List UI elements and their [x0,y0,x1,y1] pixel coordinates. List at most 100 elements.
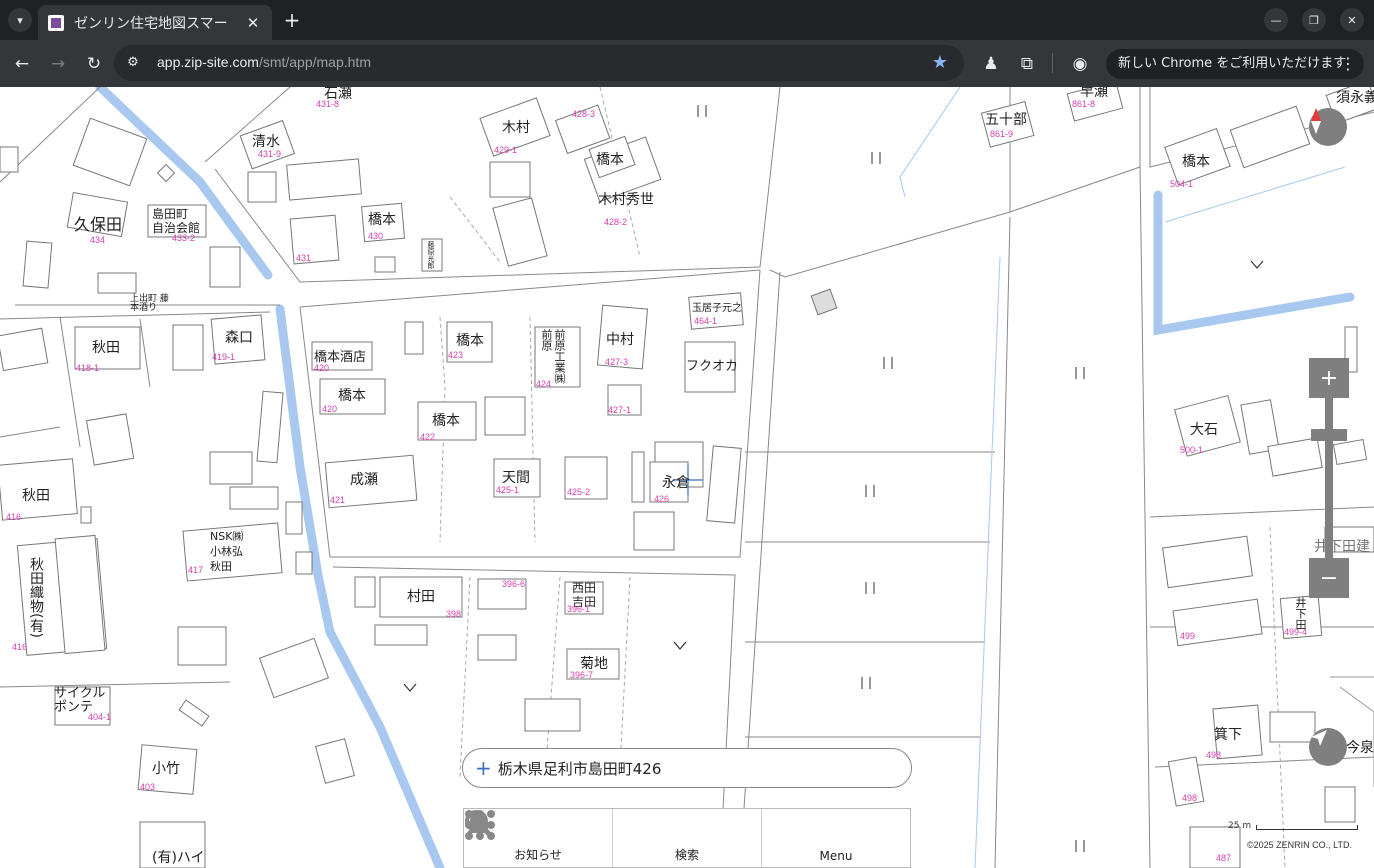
lot-number: 425-2 [567,487,591,497]
bookmark-star-icon[interactable]: ★ [930,52,950,74]
maximize-button[interactable]: ❐ [1302,8,1326,32]
building-label: 橋本 [596,152,624,168]
lot-number: 861-8 [1072,99,1096,109]
building-label: 村田 [407,589,435,605]
close-tab-icon[interactable]: ✕ [244,14,262,32]
tab-search-button[interactable]: ▾ [8,8,32,32]
lot-number: 499-4 [1284,627,1308,637]
location-arrow-icon [1311,730,1327,746]
zoom-slider-handle[interactable] [1311,429,1347,441]
scale-label: 25 m [1228,821,1252,831]
lot-number: 396-1 [567,604,591,614]
building-label: 橋本 [368,212,396,228]
building-label: 清水 [252,134,280,150]
building-label: 五十部 [985,112,1027,128]
lot-number: 426 [654,494,670,504]
lot-number: 427-3 [605,357,629,367]
bottom-nav: お知らせ 検索 Menu [463,808,911,868]
building-label: 大石 [1190,422,1218,438]
lot-number: 398 [446,609,462,619]
close-window-button[interactable]: ✕ [1340,8,1364,32]
lot-number: 498 [1182,793,1198,803]
building-label: 小竹 [152,761,180,777]
address-search-bar[interactable]: + 栃木県足利市島田町426 [462,748,912,788]
lot-number: 429-1 [494,145,518,155]
lot-number: 430 [368,231,384,241]
building-label: 中村 [606,332,634,348]
lot-number: 416 [12,642,28,652]
lot-number: 861-9 [990,129,1014,139]
building-label: サイクルポンテ [54,686,106,715]
building-label: 木村 [502,120,530,136]
search-button[interactable]: 検索 [465,809,762,867]
lot-number: 434 [90,235,106,245]
lot-number: 428-2 [604,217,628,227]
building-label: 井下田建 [1314,539,1370,555]
zenrin-favicon-icon [48,14,64,31]
add-icon[interactable]: + [475,756,492,780]
building-label: 秋田織物(有) [28,557,44,638]
building-label: 橋本 [338,388,366,404]
active-tab[interactable]: ゼンリン住宅地図スマー ✕ [38,5,272,40]
grid-icon [465,810,495,840]
current-location-button[interactable] [1309,728,1347,766]
lot-number: 499 [1180,631,1196,641]
building-label: 須永義 [1336,90,1374,106]
building-label: (有)ハイ [152,850,205,866]
extensions-puzzle-icon[interactable]: ⧉ [1015,52,1039,76]
building-label: 木村秀世 [598,192,654,208]
lot-number: 464-1 [694,316,718,326]
building-label: NSK㈱ 小林弘 秋田 [210,530,244,573]
building-label: 久保田 [74,215,123,234]
compass-button[interactable] [1309,108,1347,146]
extension-icon[interactable]: ♟ [979,52,1003,76]
zoom-slider-track[interactable] [1325,398,1333,558]
menu-button[interactable]: Menu [465,809,910,867]
building-label: 秋田 [22,488,50,504]
lot-number: 396-7 [570,670,594,680]
menu-kebab-icon[interactable]: ⋮ [1340,49,1356,79]
building-label: 橋本 [456,333,484,349]
scale-bar [1256,825,1358,830]
lot-number: 420 [322,404,338,414]
reload-button[interactable]: ↻ [82,52,106,76]
building-label: 天間 [502,470,530,486]
browser-toolbar: ← → ↻ ⚙ app.zip-site.com/smt/app/map.htm… [0,40,1374,87]
forward-button[interactable]: → [46,52,70,76]
search-label: 検索 [674,848,699,862]
lot-number: 504-1 [1170,179,1194,189]
lot-number: 428-3 [572,109,596,119]
building-label: 森口 [225,330,253,346]
tab-strip: ▾ ゼンリン住宅地図スマー ✕ + — ❐ ✕ [0,0,1374,40]
building-label: 井下田 [1294,597,1307,630]
url-text[interactable]: app.zip-site.com/smt/app/map.htm [157,54,371,70]
map-view[interactable]: 石瀬 431-8 清水 431-9 木村 429-1 428-3 橋本 木村秀世… [0,87,1374,868]
building-label: 秋田 [92,340,120,356]
zoom-out-button[interactable]: − [1309,558,1349,598]
lot-number: 433-2 [172,233,196,243]
small-vertical-label: 藤原光郎 [427,241,435,269]
zoom-in-button[interactable]: + [1309,358,1349,398]
address-bar[interactable]: ⚙ app.zip-site.com/smt/app/map.htm ★ [114,45,964,81]
minimize-button[interactable]: — [1264,8,1288,32]
profile-icon[interactable]: ◉ [1068,52,1092,76]
back-button[interactable]: ← [10,52,34,76]
site-info-icon[interactable]: ⚙ [124,54,142,72]
building-label: 今泉 [1346,740,1374,756]
lot-number: 396-6 [502,579,526,589]
lot-number: 500-1 [1180,445,1204,455]
tab-title: ゼンリン住宅地図スマー [74,15,228,32]
lot-number: 420 [314,363,330,373]
update-chrome-chip[interactable]: 新しい Chrome をご利用いただけます ⋮ [1106,49,1364,79]
building-label: 箕下 [1214,727,1242,743]
lot-number: 431 [296,253,312,263]
lot-number: 427-1 [608,405,632,415]
lot-number: 421 [330,495,346,505]
lot-number: 424 [536,379,552,389]
compass-icon [1311,108,1321,134]
building-label: 成瀬 [350,472,378,488]
new-tab-button[interactable]: + [280,8,304,32]
lot-number: 498 [1206,750,1222,760]
lot-number: 487 [1216,853,1232,863]
lot-number: 418-1 [76,363,100,373]
